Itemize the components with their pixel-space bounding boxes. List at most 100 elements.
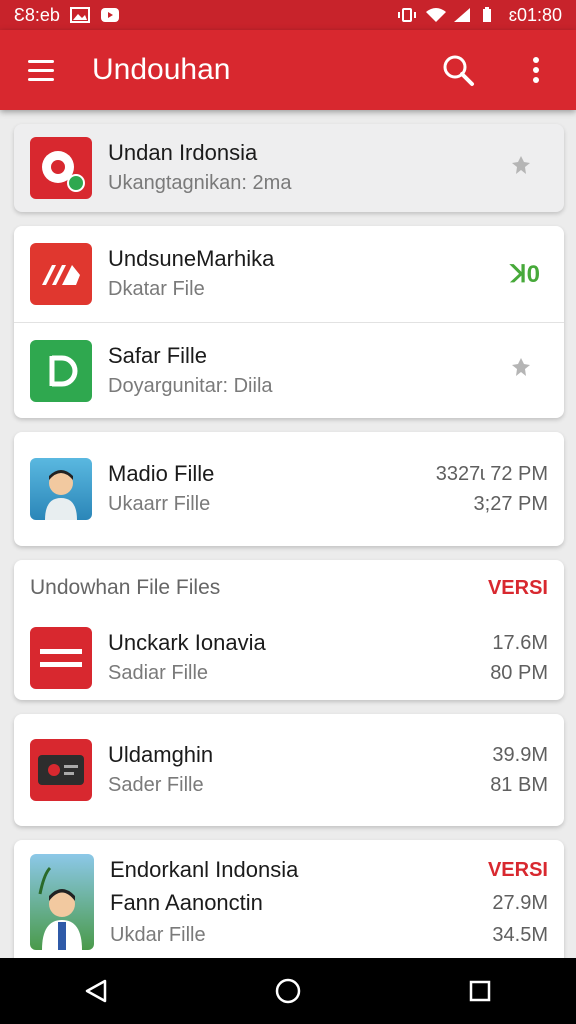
item-subtitle: Sader Fille xyxy=(108,774,204,796)
app-thumbnail xyxy=(30,739,92,801)
download-card: Madio Fille Ukaarr Fille 3327ɩ 72 PM 3;2… xyxy=(14,432,564,546)
item-time-secondary: 3;27 PM xyxy=(473,493,548,515)
download-card: UndsuneMarhika Dkatar File ꓘ0 Safar Fill… xyxy=(14,226,564,418)
status-left: Ɛ8:eb xyxy=(14,5,120,26)
recents-button[interactable] xyxy=(450,961,510,1021)
item-size: 39.9M xyxy=(492,744,548,766)
signal-icon xyxy=(453,7,473,23)
item-size: 27.9M xyxy=(492,892,548,914)
item-size-secondary: 81 BM xyxy=(490,774,548,796)
wifi-icon xyxy=(425,7,446,23)
home-button[interactable] xyxy=(258,961,318,1021)
status-clock: ɛ01:80 xyxy=(508,4,562,25)
app-logo-icon xyxy=(42,265,80,285)
item-time: 80 PM xyxy=(490,662,548,684)
item-meta: 39.9M 81 BM xyxy=(490,740,548,800)
pin-button[interactable] xyxy=(508,153,548,184)
pin-button[interactable] xyxy=(508,355,548,386)
status-bar: Ɛ8:eb ɛ01:80 xyxy=(0,0,576,30)
item-size-secondary: 34.5M xyxy=(492,924,548,946)
media-thumbnail xyxy=(30,854,94,950)
back-button[interactable] xyxy=(66,961,126,1021)
download-card: Endorkanl Indonsia Fann Aanonctin Ukdar … xyxy=(14,840,564,970)
list-item[interactable]: Undan Irdonsia Ukangtagnikan: 2ma xyxy=(14,124,564,212)
page-title: Undouhan xyxy=(92,53,231,86)
menu-icon-bar xyxy=(28,59,54,63)
section-header: Undowhan File Files VERSI xyxy=(14,560,564,616)
person-avatar-icon xyxy=(45,470,77,520)
item-size: 17.6M xyxy=(492,632,548,654)
list-item[interactable]: Endorkanl Indonsia Fann Aanonctin Ukdar … xyxy=(14,840,564,970)
pin-icon xyxy=(512,358,530,376)
item-meta: 17.6M 80 PM xyxy=(490,628,548,688)
download-card: Undan Irdonsia Ukangtagnikan: 2ma xyxy=(14,124,564,212)
search-icon xyxy=(443,55,474,86)
item-subtitle: Sadiar Fille xyxy=(108,662,209,684)
download-list: Undan Irdonsia Ukangtagnikan: 2ma Undsun… xyxy=(14,124,564,984)
item-time: 3327ɩ 72 PM xyxy=(435,463,548,485)
back-triangle-icon xyxy=(85,979,107,1003)
item-subtitle: Ukangtagnikan: 2ma xyxy=(108,172,292,194)
item-subtitle: Dkatar File xyxy=(108,278,205,300)
item-texts: UndsuneMarhika Dkatar File xyxy=(108,244,511,304)
item-title: Endorkanl Indonsia xyxy=(110,857,299,882)
menu-button[interactable] xyxy=(18,48,62,92)
app-logo-icon xyxy=(42,151,85,192)
status-badge: ꓘ0 xyxy=(510,260,540,288)
item-subtitle: Ukaarr Fille xyxy=(108,493,211,515)
search-button[interactable] xyxy=(436,48,480,92)
home-circle-icon xyxy=(275,978,301,1004)
gallery-notification-icon xyxy=(69,7,90,23)
download-card: Uldamghin Sader Fille 39.9M 81 BM xyxy=(14,714,564,826)
item-texts: Unckark Ionavia Sadiar Fille xyxy=(108,628,490,688)
list-item[interactable]: Safar Fille Doyargunitar: Diila xyxy=(14,322,564,418)
app-thumbnail xyxy=(30,137,92,199)
overflow-menu-button[interactable] xyxy=(514,48,558,92)
item-texts: Madio Fille Ukaarr Fille xyxy=(108,459,436,519)
item-subtitle-primary: Fann Aanonctin xyxy=(110,890,263,915)
vibrate-icon xyxy=(397,7,417,23)
app-logo-icon xyxy=(40,649,82,667)
item-texts: Endorkanl Indonsia Fann Aanonctin Ukdar … xyxy=(110,854,488,950)
item-meta: VERSI 27.9M 34.5M xyxy=(488,854,548,950)
list-item[interactable]: Uldamghin Sader Fille 39.9M 81 BM xyxy=(14,714,564,826)
item-texts: Uldamghin Sader Fille xyxy=(108,740,490,800)
media-thumbnail xyxy=(30,458,92,520)
youtube-notification-icon xyxy=(100,7,120,23)
system-navigation-bar xyxy=(0,958,576,1024)
pin-icon xyxy=(512,155,530,174)
section-title: Undowhan File Files xyxy=(30,576,221,599)
item-title: Madio Fille xyxy=(108,461,215,486)
person-avatar-icon xyxy=(38,866,82,950)
item-texts: Undan Irdonsia Ukangtagnikan: 2ma xyxy=(108,138,508,198)
app-thumbnail xyxy=(30,243,92,305)
item-title: Uldamghin xyxy=(108,742,214,767)
app-actions xyxy=(436,48,558,92)
item-title: Safar Fille xyxy=(108,342,208,368)
more-vert-icon xyxy=(533,57,539,83)
battery-icon xyxy=(481,7,501,23)
item-title: Undan Irdonsia xyxy=(108,140,258,165)
status-time: Ɛ8:eb xyxy=(14,4,60,25)
item-meta: 3327ɩ 72 PM 3;27 PM xyxy=(436,459,548,519)
app-bar: Undouhan xyxy=(0,30,576,110)
app-logo-icon xyxy=(49,355,78,386)
item-subtitle: Doyargunitar: Diila xyxy=(108,374,273,397)
app-thumbnail xyxy=(30,339,92,402)
list-item[interactable]: Unckark Ionavia Sadiar Fille 17.6M 80 PM xyxy=(14,616,564,700)
app-thumbnail xyxy=(30,627,92,689)
video-player-icon xyxy=(38,755,84,785)
menu-icon-bar xyxy=(28,77,54,81)
recents-square-icon xyxy=(469,980,491,1002)
download-section-card: Undowhan File Files VERSI Unckark Ionavi… xyxy=(14,560,564,700)
list-item[interactable]: Madio Fille Ukaarr Fille 3327ɩ 72 PM 3;2… xyxy=(14,432,564,546)
status-right: ɛ01:80 xyxy=(397,5,562,26)
menu-icon-bar xyxy=(28,68,54,72)
list-item[interactable]: UndsuneMarhika Dkatar File ꓘ0 xyxy=(14,226,564,322)
item-title: Unckark Ionavia xyxy=(108,630,266,655)
item-title: UndsuneMarhika xyxy=(108,246,275,271)
item-texts: Safar Fille Doyargunitar: Diila xyxy=(108,341,508,401)
version-badge: VERSI xyxy=(487,859,548,881)
version-badge: VERSI xyxy=(487,576,548,599)
item-subtitle: Ukdar Fille xyxy=(110,924,206,946)
